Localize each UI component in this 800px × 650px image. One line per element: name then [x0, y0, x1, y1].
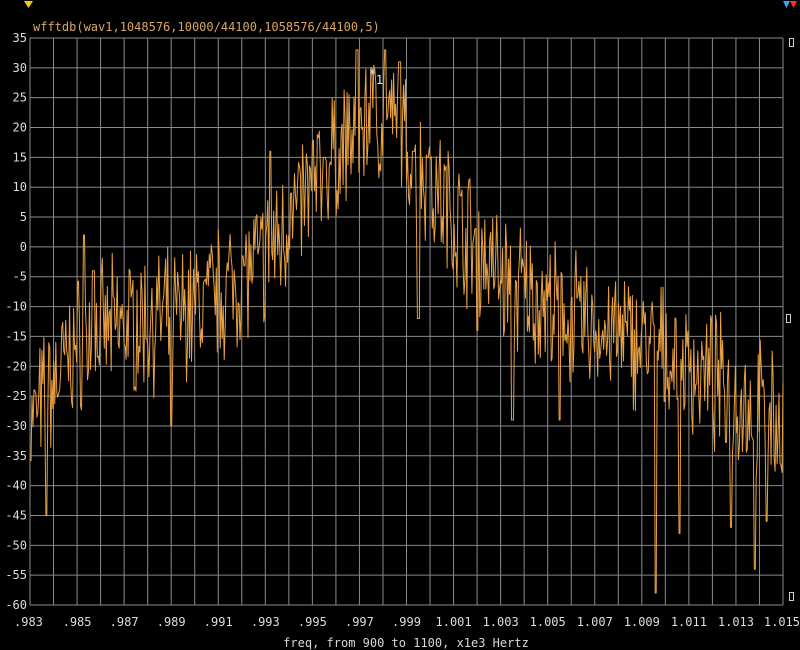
y-tick-label: -30: [5, 419, 27, 433]
x-tick-label: 1.015: [764, 615, 800, 629]
chart-title: wfftdb(wav1,1048576,10000/44100,1058576/…: [33, 20, 380, 34]
x-tick-label: .989: [157, 615, 186, 629]
x-axis-label: freq, from 900 to 1100, x1e3 Hertz: [283, 636, 529, 650]
x-tick-label: 1.011: [671, 615, 707, 629]
spectrum-plot[interactable]: wfftdb(wav1,1048576,10000/44100,1058576/…: [0, 0, 800, 650]
x-tick-label: 1.013: [718, 615, 754, 629]
y-tick-label: -60: [5, 598, 27, 612]
x-tick-label: .999: [392, 615, 421, 629]
y-axis-tick-labels: 35 30 25 20 15 10 5 0 -5 -10 -15 -20 -25 -30 -35 -40 -45…: [5, 31, 27, 612]
x-tick-label: .987: [110, 615, 139, 629]
y-tick-label: 10: [13, 180, 27, 194]
x-tick-label: 1.007: [577, 615, 613, 629]
x-tick-label: .983: [14, 615, 43, 629]
x-tick-label: 1.001: [436, 615, 472, 629]
x-tick-label: 1.009: [624, 615, 660, 629]
y-tick-label: 25: [13, 91, 27, 105]
y-tick-label: 15: [13, 150, 27, 164]
x-tick-label: .985: [63, 615, 92, 629]
y-tick-label: -50: [5, 538, 27, 552]
yellow-triangle-cursor-icon[interactable]: [24, 1, 33, 8]
x-tick-label: .993: [251, 615, 280, 629]
y-top-scroll-handle[interactable]: [789, 38, 794, 47]
y-tick-label: 0: [20, 240, 27, 254]
y-tick-label: 35: [13, 31, 27, 45]
x-axis-tick-labels: .983 .985 .987 .989 .991 .993 .995 .997 .999 1.00…: [14, 615, 800, 629]
y-tick-label: -5: [13, 270, 27, 284]
y-bottom-scroll-handle[interactable]: [789, 592, 794, 601]
x-tick-label: .995: [298, 615, 327, 629]
x-tick-label: .991: [204, 615, 233, 629]
y-tick-label: -15: [5, 329, 27, 343]
y-tick-label: -40: [5, 479, 27, 493]
blue-red-triangle-cursor-icon[interactable]: [783, 1, 797, 8]
y-mid-scroll-handle[interactable]: [786, 314, 791, 323]
y-tick-label: -10: [5, 300, 27, 314]
y-tick-label: -25: [5, 389, 27, 403]
x-tick-label: 1.003: [483, 615, 519, 629]
y-tick-label: -45: [5, 508, 27, 522]
marker-label[interactable]: 1: [376, 73, 383, 87]
x-tick-label: 1.005: [530, 615, 566, 629]
y-tick-label: 20: [13, 121, 27, 135]
y-tick-label: -35: [5, 449, 27, 463]
y-tick-label: -20: [5, 359, 27, 373]
x-tick-label: .997: [345, 615, 374, 629]
y-tick-label: 30: [13, 61, 27, 75]
y-tick-label: 5: [20, 210, 27, 224]
y-tick-label: -55: [5, 568, 27, 582]
